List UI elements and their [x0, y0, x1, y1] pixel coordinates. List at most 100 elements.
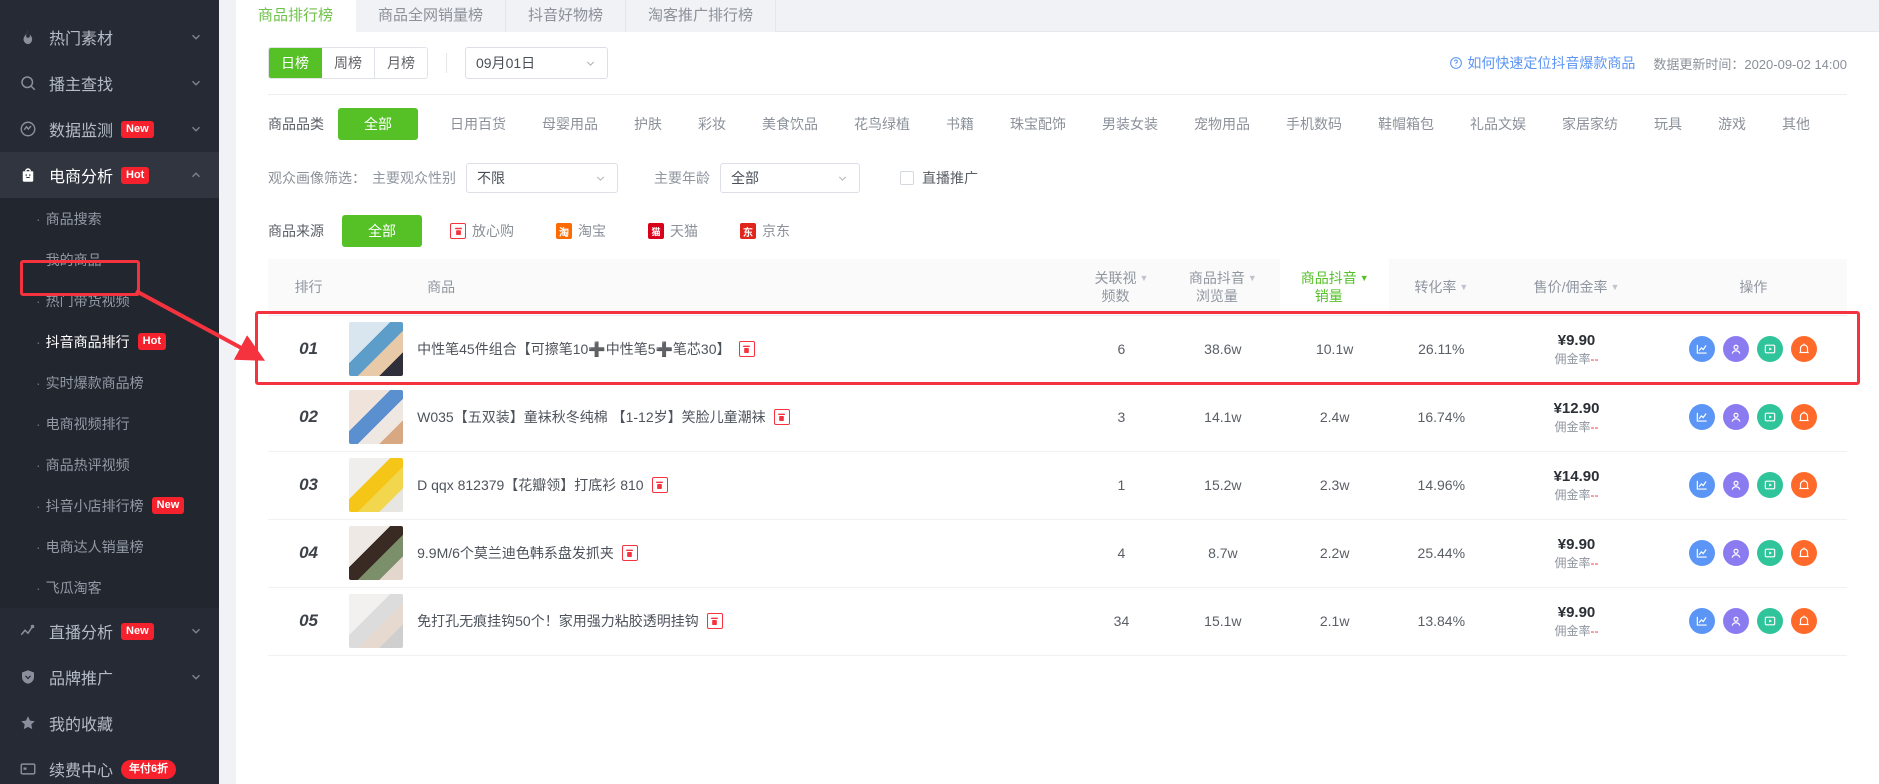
trend-chart-icon[interactable] — [1689, 472, 1716, 498]
video-play-icon[interactable] — [1757, 608, 1784, 634]
trend-chart-icon[interactable] — [1689, 608, 1716, 634]
sidebar-subitem-feigua-taoke[interactable]: · 飞瓜淘客 — [0, 567, 219, 608]
sidebar-subitem-douyin-shop-ranking[interactable]: · 抖音小店排行榜 New — [0, 485, 219, 526]
sidebar-item-brand-promotion[interactable]: 品牌推广 — [0, 654, 219, 700]
person-icon[interactable] — [1723, 404, 1750, 430]
category-item[interactable]: 护肤 — [632, 108, 664, 140]
trend-chart-icon[interactable] — [1689, 540, 1716, 566]
tab-taoke-promotion-ranking[interactable]: 淘客推广排行榜 — [626, 0, 777, 32]
category-item[interactable]: 男装女装 — [1100, 108, 1160, 140]
category-item[interactable]: 美食饮品 — [760, 108, 820, 140]
sidebar-item-my-favorites[interactable]: 我的收藏 — [0, 700, 219, 746]
col-douyin-sales[interactable]: 商品抖音 销量 ▼ — [1280, 259, 1390, 316]
sidebar-subitem-hot-selling-videos[interactable]: · 热门带货视频 — [0, 280, 219, 321]
sort-caret-icon[interactable]: ▼ — [1459, 278, 1468, 296]
alert-icon[interactable] — [1791, 336, 1818, 362]
alert-icon[interactable] — [1791, 540, 1818, 566]
trend-chart-icon[interactable] — [1689, 404, 1716, 430]
video-play-icon[interactable] — [1757, 472, 1784, 498]
category-item[interactable]: 珠宝配饰 — [1008, 108, 1068, 140]
sidebar-item-ecommerce-analysis[interactable]: 电商分析 Hot — [0, 152, 219, 198]
category-item[interactable]: 手机数码 — [1284, 108, 1344, 140]
product-thumbnail[interactable] — [349, 526, 404, 580]
category-item[interactable]: 全部 — [338, 108, 418, 140]
tab-douyin-good-products[interactable]: 抖音好物榜 — [506, 0, 627, 32]
sidebar-item-data-monitor[interactable]: 数据监测 New — [0, 106, 219, 152]
sort-caret-icon[interactable]: ▼ — [1248, 269, 1257, 287]
sidebar-item-find-streamer[interactable]: 播主查找 — [0, 60, 219, 106]
product-name[interactable]: 免打孔无痕挂钩50个！家用强力粘胶透明挂钩 — [417, 611, 699, 631]
product-name[interactable]: D qqx 812379【花瓣领】打底衫 810 — [417, 475, 643, 495]
sidebar-subitem-douyin-product-ranking[interactable]: · 抖音商品排行 Hot — [0, 321, 219, 362]
source-jd[interactable]: 东 京东 — [740, 221, 790, 241]
col-price-commission[interactable]: 售价/佣金率 ▼ — [1493, 259, 1660, 316]
period-monthly-button[interactable]: 月榜 — [375, 48, 427, 78]
category-item[interactable]: 母婴用品 — [540, 108, 600, 140]
alert-icon[interactable] — [1791, 472, 1818, 498]
category-item[interactable]: 彩妆 — [696, 108, 728, 140]
table-row[interactable]: 01 中性笔45件组合【可擦笔10➕中性笔5➕笔芯30】 6 38.6w 10.1w 26… — [268, 315, 1847, 384]
category-item[interactable]: 花鸟绿植 — [852, 108, 912, 140]
person-icon[interactable] — [1723, 336, 1750, 362]
product-thumbnail[interactable] — [349, 594, 404, 648]
table-row[interactable]: 02 W035【五双装】童袜秋冬纯棉 【1-12岁】笑脸儿童潮袜 3 14.1w 2.4… — [268, 383, 1847, 452]
table-row[interactable]: 03 D qqx 812379【花瓣领】打底衫 810 1 15.2w 2.3w 14.9… — [268, 451, 1847, 520]
tab-全网-sales-ranking[interactable]: 商品全网销量榜 — [356, 0, 507, 32]
category-item[interactable]: 礼品文娱 — [1468, 108, 1528, 140]
table-row[interactable]: 05 免打孔无痕挂钩50个！家用强力粘胶透明挂钩 34 15.1w 2.1w 13.84%… — [268, 587, 1847, 656]
period-daily-button[interactable]: 日榜 — [269, 48, 322, 78]
sidebar-subitem-realtime-hot-products[interactable]: · 实时爆款商品榜 — [0, 362, 219, 403]
sidebar-item-live-analysis[interactable]: 直播分析 New — [0, 608, 219, 654]
category-item[interactable]: 书籍 — [944, 108, 976, 140]
person-icon[interactable] — [1723, 540, 1750, 566]
alert-icon[interactable] — [1791, 404, 1818, 430]
category-item[interactable]: 游戏 — [1716, 108, 1748, 140]
period-weekly-button[interactable]: 周榜 — [322, 48, 375, 78]
trend-chart-icon[interactable] — [1689, 336, 1716, 362]
category-item[interactable]: 家居家纺 — [1560, 108, 1620, 140]
video-play-icon[interactable] — [1757, 540, 1784, 566]
sidebar-subitem-product-search[interactable]: · 商品搜索 — [0, 198, 219, 239]
col-conversion-rate[interactable]: 转化率 ▼ — [1389, 259, 1494, 316]
bullet-icon: · — [36, 579, 41, 596]
help-link[interactable]: 如何快速定位抖音爆款商品 — [1449, 53, 1635, 73]
sidebar-subitem-product-review-videos[interactable]: · 商品热评视频 — [0, 444, 219, 485]
sidebar-subitem-influencer-sales-ranking[interactable]: · 电商达人销量榜 — [0, 526, 219, 567]
video-play-icon[interactable] — [1757, 404, 1784, 430]
source-tmall[interactable]: 猫 天猫 — [648, 221, 698, 241]
product-name[interactable]: 中性笔45件组合【可擦笔10➕中性笔5➕笔芯30】 — [417, 339, 730, 359]
sidebar-subitem-my-products[interactable]: · 我的商品 — [0, 239, 219, 280]
table-row[interactable]: 04 9.9M/6个莫兰迪色韩系盘发抓夹 4 8.7w 2.2w 25.44% ¥9.90 佣… — [268, 519, 1847, 588]
category-item[interactable]: 玩具 — [1652, 108, 1684, 140]
category-item[interactable]: 其他 — [1780, 108, 1812, 140]
tab-product-ranking[interactable]: 商品排行榜 — [236, 0, 357, 32]
product-name[interactable]: W035【五双装】童袜秋冬纯棉 【1-12岁】笑脸儿童潮袜 — [417, 407, 765, 427]
date-picker[interactable]: 09月01日 — [465, 47, 608, 79]
category-item[interactable]: 鞋帽箱包 — [1376, 108, 1436, 140]
alert-icon[interactable] — [1791, 608, 1818, 634]
category-item[interactable]: 宠物用品 — [1192, 108, 1252, 140]
video-play-icon[interactable] — [1757, 336, 1784, 362]
sidebar-item-hot-material[interactable]: 热门素材 — [0, 14, 219, 60]
gender-select[interactable]: 不限 — [466, 163, 618, 193]
col-douyin-views[interactable]: 商品抖音 浏览量 ▼ — [1165, 259, 1281, 316]
sort-caret-icon[interactable]: ▼ — [1139, 269, 1148, 287]
product-name[interactable]: 9.9M/6个莫兰迪色韩系盘发抓夹 — [417, 543, 614, 563]
person-icon[interactable] — [1723, 472, 1750, 498]
sidebar-item-renewal-center[interactable]: 续费中心 年付6折 — [0, 746, 219, 784]
product-thumbnail[interactable] — [349, 458, 404, 512]
sort-caret-icon[interactable]: ▼ — [1360, 269, 1369, 287]
product-thumbnail[interactable] — [349, 390, 404, 444]
category-item[interactable]: 日用百货 — [448, 108, 508, 140]
bullet-icon: · — [36, 210, 41, 227]
sort-caret-icon[interactable]: ▼ — [1610, 278, 1619, 296]
source-all-button[interactable]: 全部 — [342, 215, 422, 247]
source-fangxingou[interactable]: 放心购 — [450, 221, 514, 241]
source-taobao[interactable]: 淘 淘宝 — [556, 221, 606, 241]
sidebar-subitem-ecommerce-video-ranking[interactable]: · 电商视频排行 — [0, 403, 219, 444]
product-thumbnail[interactable] — [349, 322, 404, 376]
person-icon[interactable] — [1723, 608, 1750, 634]
live-promo-checkbox[interactable]: 直播推广 — [900, 168, 978, 188]
age-select[interactable]: 全部 — [720, 163, 860, 193]
col-video-count[interactable]: 关联视 频数 ▼ — [1077, 259, 1166, 316]
